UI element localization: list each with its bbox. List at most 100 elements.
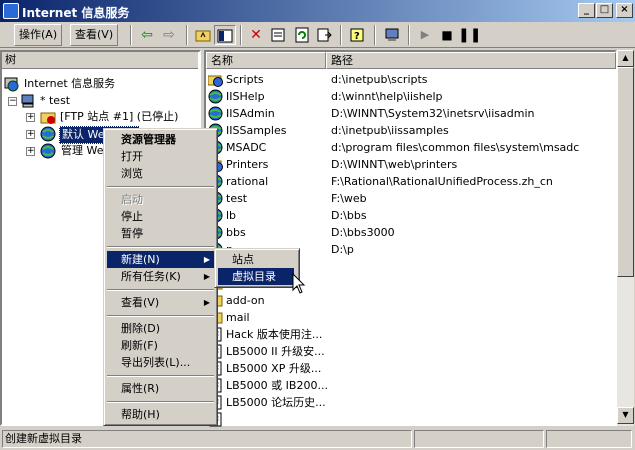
list-item-name: bbs (226, 226, 246, 239)
column-header-name[interactable]: 名称 (206, 52, 326, 69)
toolbar-separator (186, 25, 188, 45)
menu-item-help[interactable]: 帮助(H) (107, 406, 214, 423)
menu-item-new[interactable]: 新建(N) ▶ (107, 251, 214, 268)
app-icon[interactable] (3, 3, 19, 19)
globe-folder-icon (208, 75, 223, 87)
list-item[interactable]: rational F:\Rational\RationalUnifiedProce… (206, 173, 616, 190)
scroll-thumb[interactable] (617, 67, 634, 277)
list-item-path: d:\program files\common files\system\msa… (331, 141, 580, 154)
list-item-path: D:\bbs3000 (331, 226, 395, 239)
list-item[interactable] (206, 411, 616, 428)
list-item-path: d:\winnt\help\iishelp (331, 90, 443, 103)
collapse-icon[interactable]: − (8, 97, 17, 106)
iis-icon (4, 77, 19, 92)
ftp-folder-icon (40, 112, 56, 124)
menu-item-open-manager[interactable]: 资源管理器 (107, 131, 214, 148)
status-text: 创建新虚拟目录 (2, 430, 412, 448)
menu-item-all-tasks[interactable]: 所有任务(K) ▶ (107, 268, 214, 285)
context-menu: 资源管理器 打开 浏览 启动 停止 暂停 新建(N) ▶ 所有任务(K) ▶ 查看(… (103, 128, 218, 426)
menu-item-pause[interactable]: 暂停 (107, 225, 214, 242)
list-item[interactable]: Printers D:\WINNT\web\printers (206, 156, 616, 173)
delete-icon[interactable]: ✕ (245, 25, 267, 45)
toolbar-separator (130, 25, 132, 45)
menu-separator (107, 375, 214, 377)
menu-item-view[interactable]: 查看(V) ▶ (107, 294, 214, 311)
list-item-path: d:\inetpub\iissamples (331, 124, 449, 137)
submenu-arrow-icon: ▶ (203, 272, 210, 281)
expand-icon[interactable]: + (26, 147, 35, 156)
export-list-icon[interactable] (313, 25, 335, 45)
toolbar: 操作(A) 查看(V) ⇦ ⇨ ✕ ? ▶ ■ ❚❚ (0, 22, 635, 48)
pause-icon[interactable]: ❚❚ (458, 25, 481, 45)
list-item[interactable]: IISAdmin D:\WINNT\System32\inetsrv\iisadm… (206, 105, 616, 122)
submenu-item-virtual-dir[interactable]: 虚拟目录 (218, 268, 294, 285)
help-icon[interactable]: ? (346, 25, 368, 45)
list-item[interactable]: test F:\web (206, 190, 616, 207)
list-item-name: test (226, 192, 248, 205)
submenu-item-site[interactable]: 站点 (218, 251, 294, 268)
refresh-icon[interactable] (291, 25, 313, 45)
list-item[interactable]: mail (206, 309, 616, 326)
properties-icon[interactable] (267, 25, 289, 45)
maximize-button[interactable]: □ (596, 3, 613, 18)
menu-item-start[interactable]: 启动 (107, 191, 214, 208)
back-arrow-icon[interactable]: ⇦ (136, 25, 158, 45)
list-item-name: lb (226, 209, 237, 222)
list-item[interactable]: IISSamples d:\inetpub\iissamples (206, 122, 616, 139)
menu-separator (107, 186, 214, 188)
forward-arrow-icon[interactable]: ⇨ (158, 25, 180, 45)
toolbar-separator (240, 25, 242, 45)
toolbar-separator (408, 25, 410, 45)
scroll-down-button[interactable]: ▼ (617, 407, 634, 424)
scroll-up-button[interactable]: ▲ (617, 50, 634, 67)
menu-item-properties[interactable]: 属性(R) (107, 380, 214, 397)
menu-separator (107, 246, 214, 248)
list-item-path: D:\bbs (331, 209, 367, 222)
up-folder-icon[interactable] (192, 25, 214, 45)
list-item[interactable]: Scripts d:\inetpub\scripts (206, 71, 616, 88)
list-item[interactable]: LB5000 论坛历史... (206, 394, 616, 411)
list-item-name: LB5000 论坛历史... (226, 396, 326, 409)
vertical-scrollbar[interactable]: ▲ ▼ (617, 50, 634, 426)
show-tree-icon[interactable] (214, 25, 236, 45)
list-item[interactable]: add-on (206, 292, 616, 309)
expand-icon[interactable]: + (26, 113, 35, 122)
list-item[interactable]: MSADC d:\program files\common files\syste… (206, 139, 616, 156)
menu-item-open[interactable]: 打开 (107, 148, 214, 165)
list-item[interactable]: LB5000 XP 升级... (206, 360, 616, 377)
submenu-arrow-icon: ▶ (203, 255, 210, 264)
close-button[interactable]: × (616, 3, 633, 18)
menu-item-refresh[interactable]: 刷新(F) (107, 337, 214, 354)
stop-icon[interactable]: ■ (436, 25, 458, 45)
server-icon (21, 94, 34, 108)
menu-item-delete[interactable]: 删除(D) (107, 320, 214, 337)
svg-text:?: ? (354, 31, 360, 42)
expand-icon[interactable]: + (26, 130, 35, 139)
title-bar[interactable]: Internet 信息服务 _ □ × (0, 0, 635, 22)
list-item-name: MSADC (226, 141, 267, 154)
toolbar-separator (374, 25, 376, 45)
computer-icon[interactable] (381, 25, 403, 45)
list-item[interactable]: lb D:\bbs (206, 207, 616, 224)
list-item[interactable]: bbs D:\bbs3000 (206, 224, 616, 241)
list-item-name: rational (226, 175, 269, 188)
list-item[interactable]: LB5000 或 IB200... (206, 377, 616, 394)
menu-item-export[interactable]: 导出列表(L)... (107, 354, 214, 371)
new-submenu: 站点 虚拟目录 (214, 248, 300, 288)
list-item[interactable]: Hack 版本使用注... (206, 326, 616, 343)
menu-separator (107, 315, 214, 317)
menu-item-browse[interactable]: 浏览 (107, 165, 214, 182)
mouse-cursor-icon (292, 273, 306, 294)
list-item-path: D:\WINNT\web\printers (331, 158, 458, 171)
list-item-name: LB5000 或 IB200... (226, 379, 328, 392)
list-item-name: Hack 版本使用注... (226, 328, 323, 341)
column-header-path[interactable]: 路径 (326, 52, 616, 69)
menu-action[interactable]: 操作(A) (14, 24, 63, 46)
minimize-button[interactable]: _ (578, 3, 595, 18)
menu-item-stop[interactable]: 停止 (107, 208, 214, 225)
tree-root-label: Internet 信息服务 (24, 77, 116, 90)
start-icon[interactable]: ▶ (414, 25, 436, 45)
list-item[interactable]: IISHelp d:\winnt\help\iishelp (206, 88, 616, 105)
menu-view[interactable]: 查看(V) (70, 24, 119, 46)
list-item[interactable]: LB5000 II 升级安... (206, 343, 616, 360)
